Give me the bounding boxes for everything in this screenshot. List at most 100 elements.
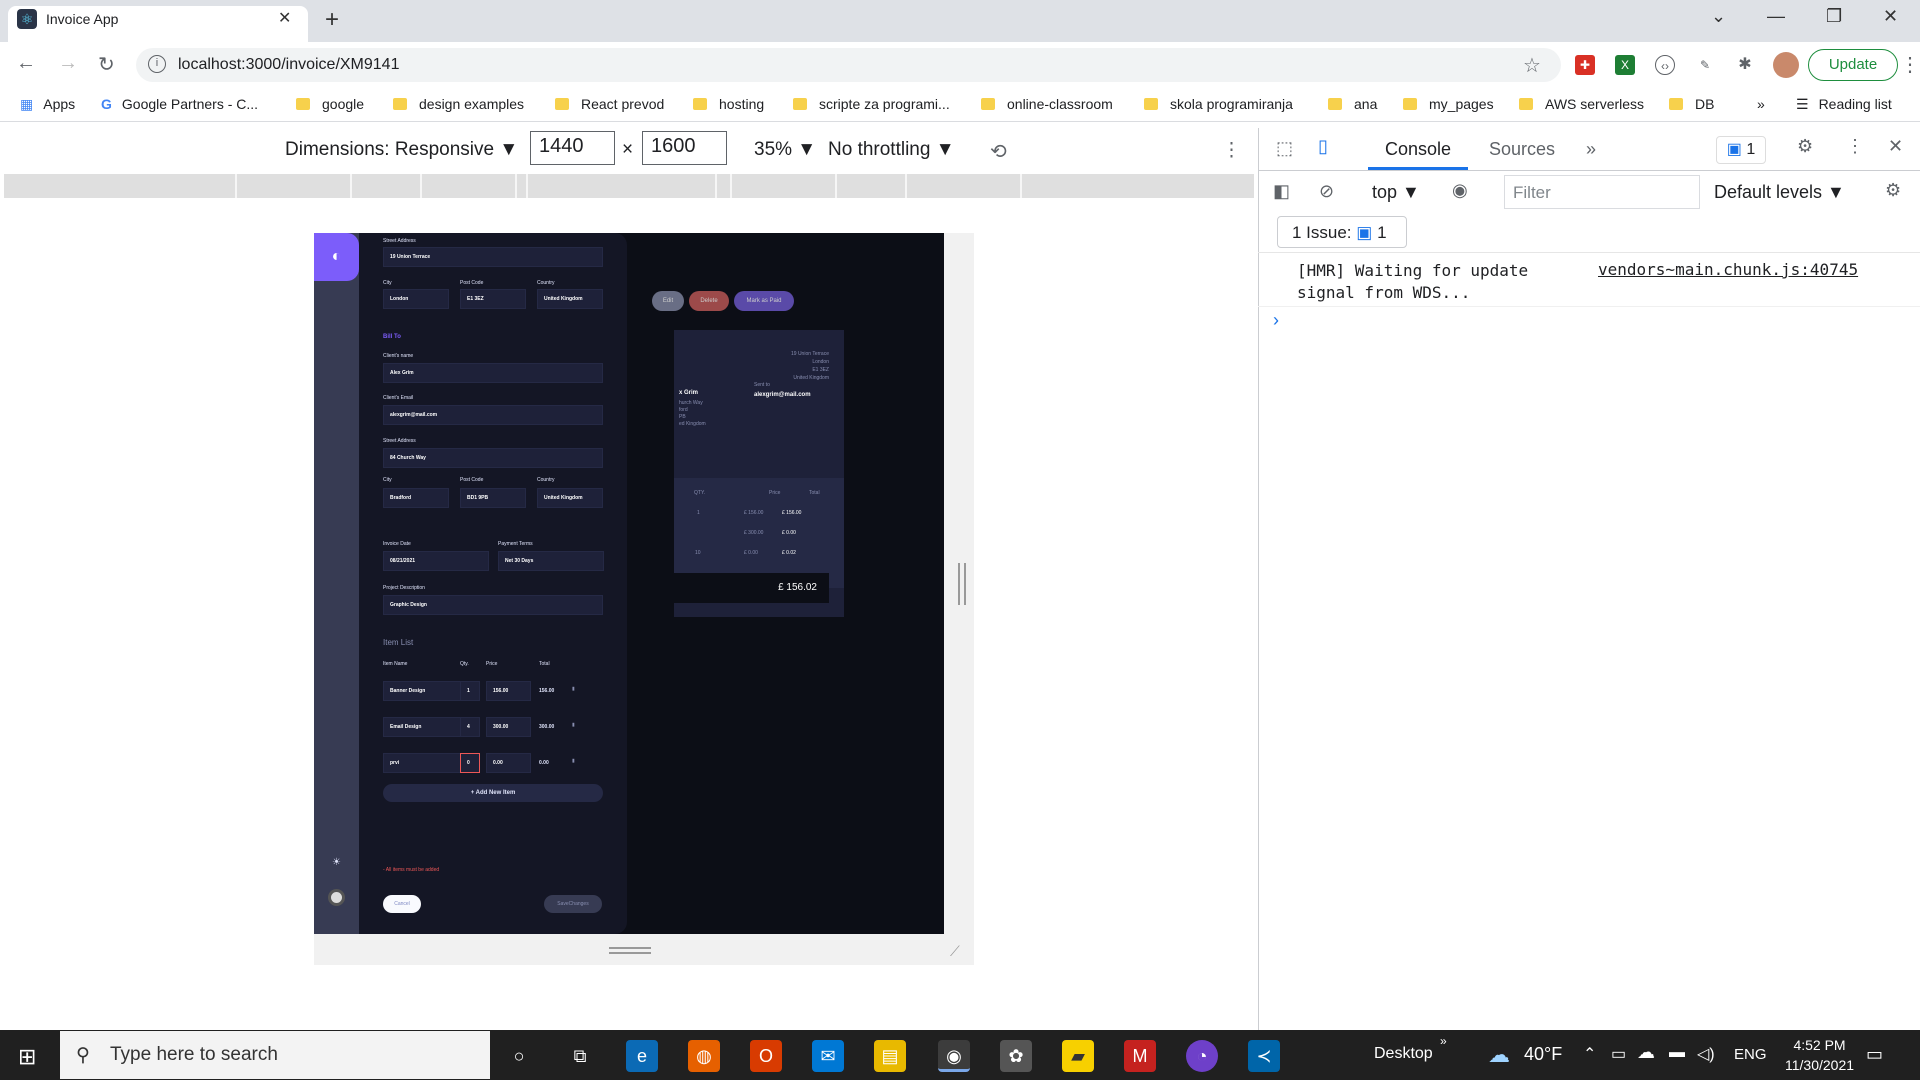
sidebar-toggle-icon[interactable]: ◧ — [1273, 181, 1290, 202]
more-tabs-icon[interactable]: » — [1586, 139, 1596, 160]
paint-icon[interactable]: ✿ — [1000, 1040, 1032, 1072]
excel-icon[interactable]: X — [1615, 55, 1635, 75]
url-text[interactable]: localhost:3000/invoice/XM9141 — [178, 56, 399, 74]
delete-button[interactable]: Delete — [689, 291, 729, 311]
bookmark-hosting[interactable]: hosting — [693, 96, 764, 112]
chrome-icon[interactable]: ◉ — [938, 1040, 970, 1072]
client-country-input[interactable]: United Kingdom — [537, 488, 603, 508]
back-icon[interactable]: ← — [16, 52, 36, 75]
postcode-input[interactable]: E1 3EZ — [460, 289, 526, 309]
sticky-notes-icon[interactable]: ▰ — [1062, 1040, 1094, 1072]
github-icon[interactable]: ◔ — [1186, 1040, 1218, 1072]
settings-icon[interactable]: ⚙ — [1797, 136, 1813, 157]
trash-icon[interactable]: ▮ — [572, 686, 575, 692]
bookmark-ana[interactable]: ana — [1328, 96, 1377, 112]
resize-handle-right[interactable] — [958, 563, 966, 605]
street-input[interactable]: 19 Union Terrace — [383, 247, 603, 267]
devtools-menu-icon[interactable]: ⋮ — [1846, 136, 1864, 157]
logo-icon[interactable]: ◐ — [314, 233, 359, 281]
file-explorer-icon[interactable]: ▤ — [874, 1040, 906, 1072]
onedrive-icon[interactable]: ☁ — [1637, 1042, 1655, 1063]
levels-select[interactable]: Default levels ▼ — [1714, 182, 1845, 203]
apps-bookmark[interactable]: ▦ Apps — [20, 96, 75, 113]
window-close-icon[interactable]: ✕ — [1883, 6, 1898, 27]
volume-icon[interactable]: ◁) — [1697, 1044, 1715, 1064]
filter-input[interactable]: Filter — [1504, 175, 1700, 209]
puzzle-icon[interactable]: ✱ — [1735, 55, 1755, 75]
reload-icon[interactable]: ↻ — [98, 52, 115, 77]
update-button[interactable]: Update — [1808, 49, 1898, 81]
save-changes-button[interactable]: SaveChanges — [544, 895, 602, 913]
client-street-input[interactable]: 84 Church Way — [383, 448, 603, 468]
close-devtools-icon[interactable]: ✕ — [1888, 136, 1903, 157]
bookmark-scripte[interactable]: scripte za programi... — [793, 96, 950, 112]
profile-avatar[interactable] — [1773, 52, 1799, 78]
bookmark-aws[interactable]: AWS serverless — [1519, 96, 1644, 112]
office-icon[interactable]: O — [750, 1040, 782, 1072]
resize-handle-bottom[interactable] — [609, 947, 651, 954]
dimensions-select[interactable]: Dimensions: Responsive ▼ — [285, 139, 518, 161]
item-qty-input[interactable]: 1 — [460, 681, 480, 701]
extension-icon[interactable]: ✚ — [1575, 55, 1595, 75]
task-view-icon[interactable]: ⧉ — [564, 1040, 596, 1072]
context-select[interactable]: top ▼ — [1372, 182, 1420, 203]
desktop-toolbar[interactable]: Desktop — [1374, 1045, 1433, 1063]
code-extension-icon[interactable]: ‹› — [1655, 55, 1675, 75]
close-tab-icon[interactable]: ✕ — [278, 8, 291, 28]
weather-cloud-icon[interactable]: ☁ — [1488, 1042, 1510, 1068]
client-postcode-input[interactable]: BD1 9PB — [460, 488, 526, 508]
resize-corner-icon[interactable]: ⟋ — [950, 943, 966, 959]
bookmark-react-prevod[interactable]: React prevod — [555, 96, 664, 112]
vscode-icon[interactable]: ≺ — [1248, 1040, 1280, 1072]
client-email-input[interactable]: alexgrim@mail.com — [383, 405, 603, 425]
minimize-icon[interactable]: — — [1767, 6, 1785, 27]
tab-sources[interactable]: Sources — [1489, 139, 1555, 160]
clear-console-icon[interactable]: ⊘ — [1319, 181, 1334, 202]
meet-icon[interactable]: ▭ — [1611, 1044, 1626, 1064]
toolbar-expand-icon[interactable]: » — [1440, 1034, 1447, 1048]
language[interactable]: ENG — [1734, 1046, 1767, 1063]
eye-icon[interactable]: ◉ — [1452, 180, 1468, 201]
mail-icon[interactable]: ✉ — [812, 1040, 844, 1072]
item-price-input[interactable]: 0.00 — [486, 753, 531, 773]
item-qty-input[interactable]: 0 — [460, 753, 480, 773]
clock[interactable]: 4:52 PM 11/30/2021 — [1785, 1035, 1854, 1075]
picker-icon[interactable]: ✎ — [1695, 55, 1715, 75]
cortana-icon[interactable]: ○ — [503, 1040, 535, 1072]
edge-icon[interactable]: e — [626, 1040, 658, 1072]
bookmark-db[interactable]: DB — [1669, 96, 1714, 112]
forward-icon[interactable]: → — [58, 52, 78, 75]
tray-expand-icon[interactable]: ⌃ — [1583, 1044, 1596, 1064]
edit-button[interactable]: Edit — [652, 291, 684, 311]
bookmark-design-examples[interactable]: design examples — [393, 96, 524, 112]
mark-paid-button[interactable]: Mark as Paid — [734, 291, 794, 311]
battery-icon[interactable]: ▬ — [1669, 1044, 1685, 1062]
star-icon[interactable]: ☆ — [1523, 53, 1541, 78]
height-input[interactable]: 1600 — [642, 131, 727, 165]
width-input[interactable]: 1440 — [530, 131, 615, 165]
trash-icon[interactable]: ▮ — [572, 722, 575, 728]
temperature[interactable]: 40°F — [1524, 1044, 1562, 1065]
firefox-icon[interactable]: ◍ — [688, 1040, 720, 1072]
payment-terms-select[interactable]: Net 30 Days — [498, 551, 604, 571]
inspect-icon[interactable]: ⬚ — [1276, 138, 1293, 159]
client-city-input[interactable]: Bradford — [383, 488, 449, 508]
search-placeholder[interactable]: Type here to search — [110, 1044, 278, 1066]
more-bookmarks-icon[interactable]: » — [1757, 96, 1765, 112]
invoice-date-input[interactable]: 08/21/2021 — [383, 551, 489, 571]
item-qty-input[interactable]: 4 — [460, 717, 480, 737]
theme-toggle-icon[interactable]: ☀ — [332, 857, 341, 868]
console-settings-icon[interactable]: ⚙ — [1885, 180, 1901, 201]
avatar[interactable] — [328, 889, 345, 906]
device-toggle-icon[interactable]: ▯ — [1318, 136, 1328, 157]
issues-counter[interactable]: ▣ 1 — [1716, 136, 1766, 164]
bookmark-online-classroom[interactable]: online-classroom — [981, 96, 1113, 112]
notifications-icon[interactable]: ▭ — [1866, 1044, 1883, 1065]
cancel-button[interactable]: Cancel — [383, 895, 421, 913]
console-source-link[interactable]: vendors~main.chunk.js:40745 — [1598, 260, 1858, 279]
zoom-select[interactable]: 35% ▼ — [754, 139, 816, 161]
console-prompt[interactable]: › — [1273, 310, 1279, 331]
bookmark-my-pages[interactable]: my_pages — [1403, 96, 1494, 112]
city-input[interactable]: London — [383, 289, 449, 309]
bookmark-skola[interactable]: skola programiranja — [1144, 96, 1293, 112]
